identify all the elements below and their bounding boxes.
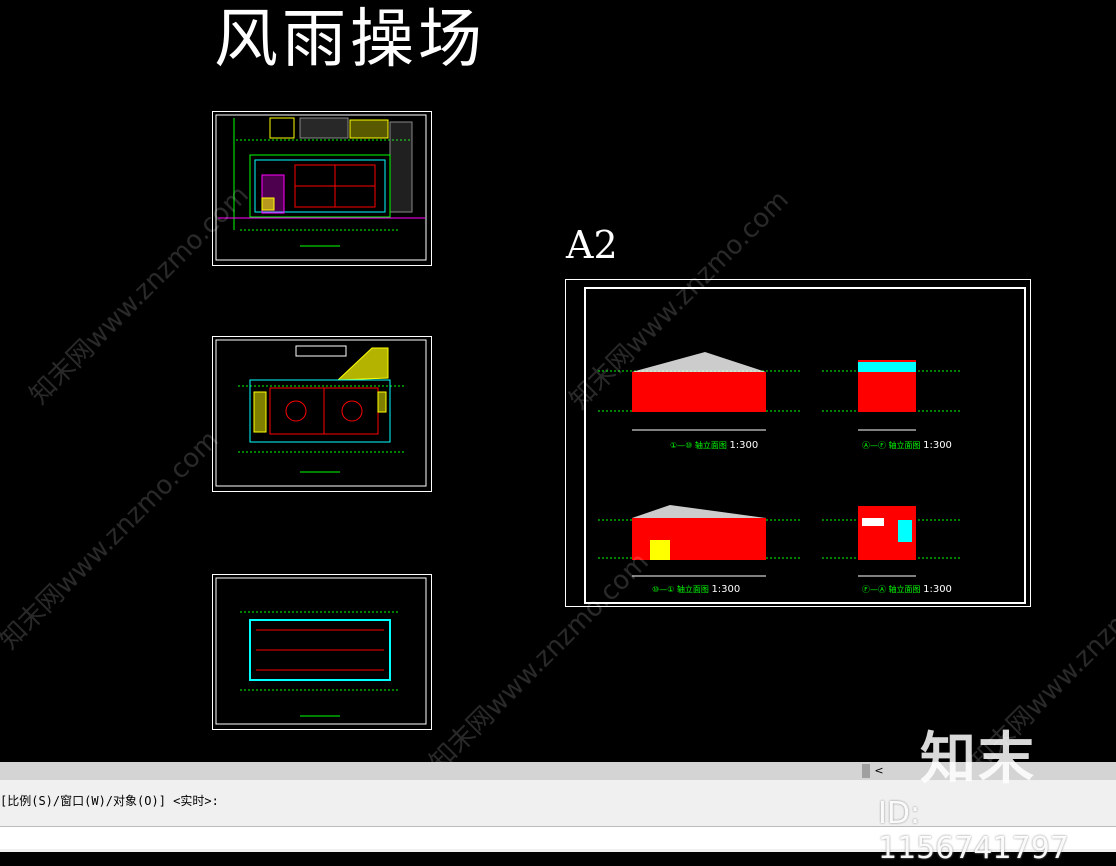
elevation-2-caption: Ⓐ—Ⓕ 轴立面图 1:300 <box>862 440 952 451</box>
command-prompt-text: [比例(S)/窗口(W)/对象(O)] <实时>: <box>0 794 219 808</box>
elevation-1-caption: ①—⑩ 轴立面图 1:300 <box>670 440 758 451</box>
elevation-2-drawing <box>822 360 960 431</box>
scrollbar-thumb[interactable] <box>862 764 870 778</box>
scroll-left-arrow[interactable]: < <box>872 765 886 777</box>
roof-plan <box>215 577 427 725</box>
elevation-3-scale: 1:300 <box>711 584 741 595</box>
elevation-1-scale: 1:300 <box>729 440 759 451</box>
floor-plan <box>215 339 427 487</box>
elevation-4-name: Ⓕ—Ⓐ 轴立面图 <box>862 585 921 594</box>
elevation-2-name: Ⓐ—Ⓕ 轴立面图 <box>862 441 921 450</box>
elevation-3-caption: ⑩—① 轴立面图 1:300 <box>652 584 740 595</box>
site-plan <box>215 114 427 261</box>
watermark-logo: 知末 <box>920 727 1036 792</box>
elevation-3-name: ⑩—① 轴立面图 <box>652 585 709 594</box>
elevation-4-caption: Ⓕ—Ⓐ 轴立面图 1:300 <box>862 584 952 595</box>
elevation-1-name: ①—⑩ 轴立面图 <box>670 441 727 450</box>
drawing-canvas[interactable]: 风雨操场 A2 ①—⑩ 轴立面图 1:300 Ⓐ—Ⓕ 轴立面图 1:300 ⑩—… <box>0 0 1116 762</box>
watermark-id: ID: 1156741797 <box>878 796 1069 866</box>
elevation-4-scale: 1:300 <box>923 584 952 595</box>
elevation-2-scale: 1:300 <box>923 440 952 451</box>
elevation-4-drawing <box>822 506 960 577</box>
